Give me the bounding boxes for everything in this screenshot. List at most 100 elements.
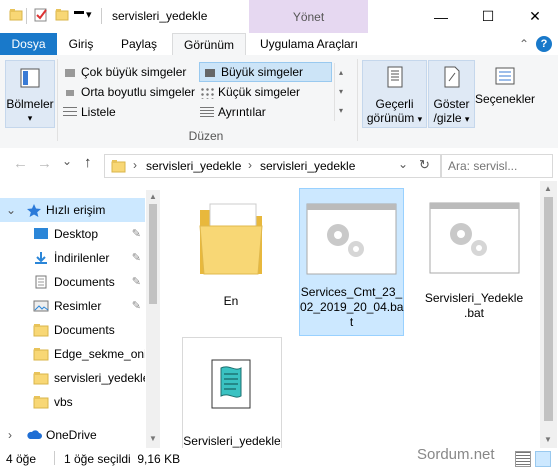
address-bar[interactable]: › servisleri_yedekle › servisleri_yedekl…: [104, 154, 441, 178]
list-icon: [63, 106, 77, 119]
sidebar-item-servisleri-yedekle[interactable]: servisleri_yedekle: [0, 366, 145, 390]
expand-icon[interactable]: ›: [8, 423, 12, 447]
sidebar-item-downloads[interactable]: İndirilenler ✎: [0, 246, 145, 270]
refresh-icon[interactable]: ↻: [419, 157, 430, 173]
layout-gallery-scroll[interactable]: ▴ ▾ ▾: [334, 63, 347, 121]
forward-button[interactable]: →: [37, 155, 52, 172]
close-icon: ✕: [529, 8, 541, 24]
large-icons-view-icon[interactable]: [535, 451, 551, 467]
manage-contextual-tab[interactable]: Yönet: [249, 0, 368, 33]
manage-label: Yönet: [292, 10, 325, 24]
sidebar-item-documents-folder[interactable]: Documents: [0, 318, 145, 342]
selection-info: 1 öğe seçildi 9,16 KB: [64, 452, 181, 466]
sidebar-item-pictures[interactable]: Resimler ✎: [0, 294, 145, 318]
minimize-button[interactable]: —: [419, 0, 463, 33]
extra-large-icons-icon: [63, 66, 77, 79]
sidebar-item-documents[interactable]: Documents ✎: [0, 270, 145, 294]
ribbon-tabs: Dosya Giriş Paylaş Görünüm Uygulama Araç…: [0, 33, 558, 57]
collapse-ribbon-icon[interactable]: ⌃: [516, 33, 532, 55]
scroll-down-icon[interactable]: ▼: [544, 435, 552, 444]
show-hide-button[interactable]: Göster /gizle ▾: [428, 60, 475, 128]
file-item-servisleri-yedekle-bat[interactable]: Servisleri_Yedekle .bat: [424, 188, 524, 334]
option-label: Çok büyük simgeler: [81, 65, 187, 79]
sidebar-item-quick-access[interactable]: ⌄ Hızlı erişim: [0, 198, 145, 222]
folder-icon[interactable]: [9, 8, 23, 22]
panes-button[interactable]: Bölmeler ▾: [5, 60, 55, 128]
star-icon: [27, 204, 41, 217]
sidebar-label: Desktop: [54, 227, 99, 241]
help-icon[interactable]: ?: [536, 36, 552, 52]
option-extra-large-icons[interactable]: Çok büyük simgeler: [63, 63, 196, 81]
sidebar-item-vbs[interactable]: vbs: [0, 390, 145, 414]
show-hide-label-2: /gizle: [433, 111, 462, 125]
tab-home[interactable]: Giriş: [58, 33, 104, 55]
new-folder-icon[interactable]: [55, 8, 69, 22]
file-item-servisleri-yedekle-script[interactable]: Servisleri_yedekle: [182, 337, 282, 449]
file-item-folder-en[interactable]: En: [182, 186, 280, 316]
back-button[interactable]: ←: [13, 155, 28, 172]
sidebar-label: Hızlı erişim: [46, 203, 106, 217]
close-button[interactable]: ✕: [513, 0, 557, 33]
batch-file-icon: [429, 202, 520, 274]
details-view-icon[interactable]: [515, 451, 531, 467]
download-icon: [35, 252, 47, 264]
tab-application-tools[interactable]: Uygulama Araçları: [250, 33, 368, 55]
details-icon: [200, 106, 214, 119]
properties-icon[interactable]: [34, 8, 48, 22]
option-label: Küçük simgeler: [218, 85, 301, 99]
current-view-label-2: görünüm: [366, 111, 415, 125]
sidebar-item-onedrive[interactable]: › OneDrive: [0, 423, 145, 447]
option-label: Büyük simgeler: [221, 65, 304, 79]
sidebar-item-desktop[interactable]: Desktop ✎: [0, 222, 145, 246]
show-hide-label: Göster: [433, 97, 470, 111]
separator: [357, 59, 358, 141]
search-input[interactable]: [446, 157, 550, 175]
option-details[interactable]: Ayrıntılar: [200, 103, 331, 121]
scroll-thumb[interactable]: [544, 197, 553, 421]
sidebar-label: İndirilenler: [54, 251, 110, 265]
panes-dropdown-icon: ▾: [27, 113, 33, 123]
sidebar-item-edge-sekme[interactable]: Edge_sekme_oniz: [0, 342, 145, 366]
option-large-icons[interactable]: Büyük simgeler: [199, 62, 332, 82]
navigation-pane: ⌄ Hızlı erişim Desktop ✎ İndirilenler ✎ …: [0, 190, 160, 448]
scroll-up-icon[interactable]: ▲: [149, 192, 157, 201]
tab-share[interactable]: Paylaş: [112, 33, 166, 55]
tab-file[interactable]: Dosya: [0, 33, 57, 55]
quick-access-customize[interactable]: ▾: [86, 8, 92, 21]
option-small-icons[interactable]: Küçük simgeler: [200, 83, 331, 101]
breadcrumb-item[interactable]: servisleri_yedekle: [146, 159, 241, 173]
sidebar-label: Documents: [54, 323, 115, 337]
file-list: En Services_Cmt_23_ 02_2019_20_04.ba t S…: [160, 181, 540, 449]
search-box[interactable]: [441, 154, 553, 178]
sidebar-label: Resimler: [54, 299, 102, 313]
scroll-thumb[interactable]: [149, 204, 157, 304]
maximize-button[interactable]: ☐: [466, 0, 510, 33]
pictures-icon: [33, 300, 49, 312]
scroll-down-icon[interactable]: ▼: [149, 434, 157, 443]
address-dropdown-icon[interactable]: ⌄: [398, 157, 408, 171]
title-bar: ▬ ▾ servisleri_yedekle Yönet — ☐ ✕: [0, 0, 558, 33]
breadcrumb-item[interactable]: servisleri_yedekle: [260, 159, 355, 173]
current-view-button[interactable]: Geçerli görünüm ▾: [362, 60, 427, 128]
nav-scrollbar[interactable]: ▲ ▼: [146, 190, 160, 448]
sidebar-label: OneDrive: [46, 428, 97, 442]
quick-access-dropdown-icon[interactable]: ▬: [74, 6, 84, 17]
option-label: Orta boyutlu simgeler: [81, 85, 196, 99]
status-bar: 4 öğe 1 öğe seçildi 9,16 KB Sordum.net: [0, 446, 558, 470]
option-medium-icons[interactable]: Orta boyutlu simgeler: [63, 83, 196, 101]
show-hide-icon: [444, 66, 459, 88]
file-item-services-cmt-bat[interactable]: Services_Cmt_23_ 02_2019_20_04.ba t: [299, 188, 404, 336]
up-button[interactable]: ↑: [84, 154, 92, 171]
tab-view[interactable]: Görünüm: [172, 33, 246, 57]
pin-icon: ✎: [131, 300, 141, 312]
recent-locations-button[interactable]: ⌄: [62, 154, 72, 168]
layout-group-label: Düzen: [188, 129, 224, 143]
separator: [54, 451, 55, 465]
content-scrollbar[interactable]: ▲ ▼: [540, 181, 557, 448]
pin-icon: ✎: [131, 252, 141, 264]
file-name: Servisleri_yedekle: [183, 434, 281, 448]
scroll-up-icon[interactable]: ▲: [544, 184, 552, 193]
options-button[interactable]: Seçenekler: [475, 61, 535, 127]
option-list[interactable]: Listele: [63, 103, 196, 121]
current-view-label: Geçerli: [375, 97, 414, 111]
